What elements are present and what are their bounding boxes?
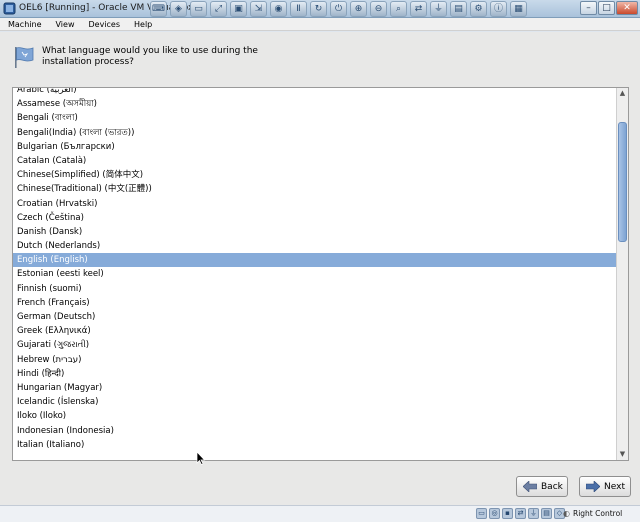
back-button-label: Back xyxy=(541,481,563,492)
language-item[interactable]: Indonesian (Indonesia) xyxy=(13,424,617,438)
menubar: Machine View Devices Help xyxy=(0,18,640,31)
language-item[interactable]: Icelandic (Íslenska) xyxy=(13,395,617,409)
scrollbar-thumb[interactable] xyxy=(618,122,627,242)
network-icon[interactable]: ⇄ xyxy=(410,1,427,17)
reset-icon[interactable]: ↻ xyxy=(310,1,327,17)
list-scrollbar[interactable]: ▲ ▼ xyxy=(616,88,628,460)
host-key-label: Right Control xyxy=(573,509,623,518)
language-listbox[interactable]: Arabic (العربية) Assamese (অসমীয়া) Bengal… xyxy=(12,87,629,461)
language-item[interactable]: Chinese(Simplified) (简体中文) xyxy=(13,168,617,182)
language-item[interactable]: Hindi (हिन्दी) xyxy=(13,367,617,381)
guest-screen: What language would you like to use duri… xyxy=(0,32,640,505)
shared-folder-icon[interactable]: ▤ xyxy=(450,1,467,17)
seamless-icon[interactable]: ▣ xyxy=(230,1,247,17)
language-item[interactable]: Finnish (suomi) xyxy=(13,282,617,296)
back-arrow-icon xyxy=(523,481,537,492)
window-controls: – □ ✕ xyxy=(580,1,638,15)
language-item[interactable]: Italian (Italiano) xyxy=(13,438,617,452)
language-item[interactable]: German (Deutsch) xyxy=(13,310,617,324)
status-indicators: ▭ ◎ ▪ ⇄ ⏚ ▤ ◇ xyxy=(476,508,565,519)
snapshot-icon[interactable]: ◉ xyxy=(270,1,287,17)
language-item[interactable]: Hebrew (עברית) xyxy=(13,353,617,367)
language-prompt: What language would you like to use duri… xyxy=(42,46,302,68)
prompt-line-2: installation process? xyxy=(42,57,134,67)
floppy-icon[interactable]: ▪ xyxy=(502,508,513,519)
host-key-arrow-icon: ◐ xyxy=(563,509,570,518)
next-arrow-icon xyxy=(586,481,600,492)
menu-devices[interactable]: Devices xyxy=(80,18,126,30)
language-item[interactable]: Bulgarian (Български) xyxy=(13,140,617,154)
language-item-selected[interactable]: English (English) xyxy=(13,253,617,268)
power-icon[interactable]: ⏻ xyxy=(330,1,347,17)
scroll-down-arrow-icon[interactable]: ▼ xyxy=(617,449,628,460)
fullscreen-icon[interactable]: ⤢ xyxy=(210,1,227,17)
zoom-in-icon[interactable]: ⊕ xyxy=(350,1,367,17)
menu-machine[interactable]: Machine xyxy=(0,18,48,30)
scroll-up-arrow-icon[interactable]: ▲ xyxy=(617,88,628,99)
language-item[interactable]: Catalan (Català) xyxy=(13,154,617,168)
language-item[interactable]: Iloko (Iloko) xyxy=(13,409,617,423)
minimize-button[interactable]: – xyxy=(580,1,597,15)
shared-folders-icon[interactable]: ▤ xyxy=(541,508,552,519)
language-item[interactable]: Dutch (Nederlands) xyxy=(13,239,617,253)
next-button[interactable]: Next xyxy=(579,476,631,497)
maximize-button[interactable]: □ xyxy=(598,1,615,15)
language-flag-icon xyxy=(15,47,34,68)
language-item[interactable]: Estonian (eesti keel) xyxy=(13,267,617,281)
language-item[interactable]: Bengali (বাংলা) xyxy=(13,111,617,125)
language-item[interactable]: Assamese (অসমীয়া) xyxy=(13,97,617,111)
language-item[interactable]: French (Français) xyxy=(13,296,617,310)
info-icon[interactable]: ⓘ xyxy=(490,1,507,17)
keyboard-icon[interactable]: ⌨ xyxy=(150,1,167,17)
language-item[interactable]: Hungarian (Magyar) xyxy=(13,381,617,395)
installer-header: What language would you like to use duri… xyxy=(0,32,640,82)
virtualbox-app-icon xyxy=(3,2,16,15)
display-icon[interactable]: ▭ xyxy=(190,1,207,17)
usb-device-icon[interactable]: ⏚ xyxy=(528,508,539,519)
window-titlebar: OEL6 [Running] - Oracle VM VirtualBox ⌨ … xyxy=(0,0,640,18)
prompt-line-1: What language would you like to use duri… xyxy=(42,46,258,56)
mouse-icon[interactable]: ◈ xyxy=(170,1,187,17)
screenshot-icon[interactable]: ▦ xyxy=(510,1,527,17)
close-button[interactable]: ✕ xyxy=(616,1,638,15)
language-item[interactable]: Danish (Dansk) xyxy=(13,225,617,239)
network-adapter-icon[interactable]: ⇄ xyxy=(515,508,526,519)
mouse-pointer-icon xyxy=(196,451,206,465)
zoom-out-icon[interactable]: ⊖ xyxy=(370,1,387,17)
menu-help[interactable]: Help xyxy=(126,18,158,30)
menu-view[interactable]: View xyxy=(48,18,81,30)
language-item[interactable]: Chinese(Traditional) (中文(正體)) xyxy=(13,182,617,196)
settings-icon[interactable]: ⚙ xyxy=(470,1,487,17)
language-item[interactable]: Bengali(India) (বাংলা (ভারত)) xyxy=(13,126,617,140)
language-list: Arabic (العربية) Assamese (অসমীয়া) Bengal… xyxy=(13,88,617,452)
search-icon[interactable]: ⌕ xyxy=(390,1,407,17)
usb-icon[interactable]: ⏚ xyxy=(430,1,447,17)
language-item[interactable]: Gujarati (ગુજરાતી) xyxy=(13,338,617,352)
language-item[interactable]: Czech (Čeština) xyxy=(13,211,617,225)
back-button[interactable]: Back xyxy=(516,476,568,497)
next-button-label: Next xyxy=(604,481,625,492)
vm-toolbar-icons: ⌨ ◈ ▭ ⤢ ▣ ⇲ ◉ Ⅱ ↻ ⏻ ⊕ ⊖ ⌕ ⇄ ⏚ ▤ ⚙ ⓘ ▦ xyxy=(150,1,527,17)
scale-icon[interactable]: ⇲ xyxy=(250,1,267,17)
optical-drive-icon[interactable]: ◎ xyxy=(489,508,500,519)
hard-disk-icon[interactable]: ▭ xyxy=(476,508,487,519)
language-item[interactable]: Greek (Ελληνικά) xyxy=(13,324,617,338)
pause-icon[interactable]: Ⅱ xyxy=(290,1,307,17)
language-item[interactable]: Arabic (العربية) xyxy=(13,88,617,97)
language-item[interactable]: Croatian (Hrvatski) xyxy=(13,197,617,211)
vm-statusbar: ▭ ◎ ▪ ⇄ ⏚ ▤ ◇ ◐ Right Control xyxy=(0,505,640,522)
